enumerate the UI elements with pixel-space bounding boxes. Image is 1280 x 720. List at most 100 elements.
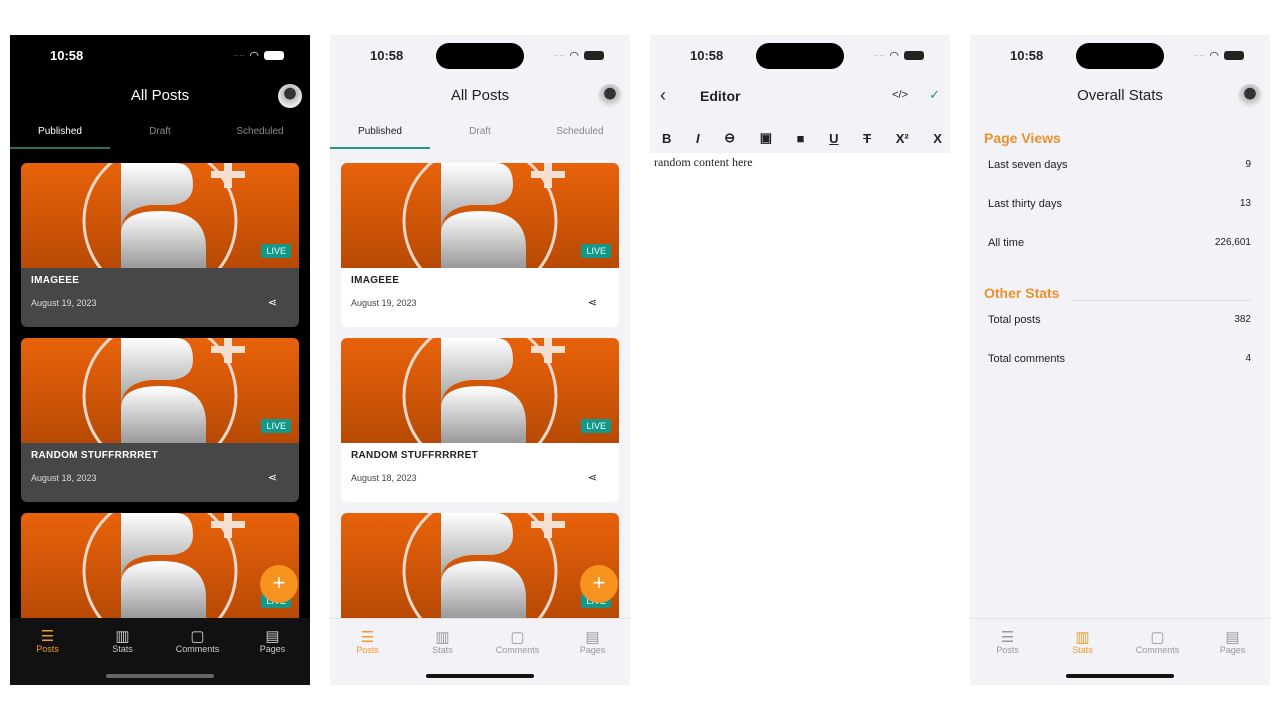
nav-icon: ▢ <box>510 629 525 646</box>
post-date: August 19, 2023 <box>351 298 417 308</box>
nav-label: Posts <box>996 645 1019 655</box>
share-icon[interactable]: ⋖ <box>588 471 597 484</box>
nav-item[interactable]: ☰ Posts <box>10 618 85 685</box>
stat-label: Last seven days <box>988 159 1068 171</box>
nav-label: Stats <box>1072 645 1093 655</box>
page-title: All Posts <box>450 87 510 104</box>
home-indicator <box>106 674 214 678</box>
post-date: August 18, 2023 <box>31 473 97 483</box>
wifi-icon: ◠ <box>889 50 899 62</box>
post-card[interactable]: LIVE RANDOM STUFFRRRRET August 18, 2023 ⋖ <box>21 338 299 502</box>
add-post-button[interactable]: + <box>580 565 618 603</box>
stat-row: Total posts 382 <box>988 314 1251 326</box>
dynamic-island <box>436 43 524 69</box>
stat-value: 13 <box>1239 198 1251 209</box>
post-title: RANDOM STUFFRRRRET <box>351 450 479 461</box>
post-title: RANDOM STUFFRRRRET <box>31 450 159 461</box>
tab[interactable]: Published <box>10 119 110 149</box>
stat-row: Total comments 4 <box>988 353 1251 365</box>
tab[interactable]: Draft <box>110 119 210 149</box>
editor-screen: 10:58 ···· ◠ ‹ Editor </> ✓ B I ⊖ ▣ ■ U T X² X random… <box>650 35 950 685</box>
avatar[interactable] <box>598 84 622 108</box>
nav-icon: ☰ <box>360 629 375 646</box>
toolbar-image-icon[interactable]: ▣ <box>760 130 772 146</box>
stat-label: All time <box>988 237 1025 249</box>
status-bar: 10:58 ···· ◠ <box>330 35 630 77</box>
code-view-icon[interactable]: </> <box>892 89 908 101</box>
post-card[interactable]: LIVE IMAGEEE August 19, 2023 ⋖ <box>341 163 619 327</box>
posts-screen: 10:58 ···· ◠ All Posts Published Draft Sched… <box>10 35 310 685</box>
nav-label: Posts <box>36 644 59 654</box>
stat-row: Last thirty days 13 <box>988 198 1251 210</box>
add-post-button[interactable]: + <box>260 565 298 603</box>
status-bar: 10:58 ···· ◠ <box>10 35 310 77</box>
home-indicator <box>426 674 534 678</box>
toolbar-underline-icon[interactable]: U <box>829 131 838 146</box>
nav-label: Comments <box>175 644 220 654</box>
nav-label: Pages <box>579 645 606 655</box>
share-icon[interactable]: ⋖ <box>268 296 277 309</box>
stat-label: Total comments <box>988 353 1066 365</box>
status-badge: LIVE <box>581 244 611 258</box>
stat-label: Last thirty days <box>988 198 1062 210</box>
status-bar: 10:58 ···· ◠ <box>970 35 1270 77</box>
dynamic-island <box>1076 43 1164 69</box>
section-heading: Page Views <box>984 130 1061 146</box>
nav-icon: ▥ <box>1075 629 1090 646</box>
stat-row: Last seven days 9 <box>988 159 1251 171</box>
check-icon[interactable]: ✓ <box>929 87 940 103</box>
post-thumbnail <box>341 163 619 268</box>
editor-content[interactable]: random content here <box>650 153 950 685</box>
post-date: August 18, 2023 <box>351 473 417 483</box>
toolbar-subscript-icon[interactable]: X <box>933 131 942 146</box>
toolbar-bold-icon[interactable]: B <box>662 131 671 146</box>
tab[interactable]: Draft <box>430 119 530 149</box>
status-badge: LIVE <box>261 419 291 433</box>
nav-label: Comments <box>1135 645 1180 655</box>
posts-screen: 10:58 ···· ◠ All Posts Published Draft Sched… <box>330 35 630 685</box>
stat-value: 9 <box>1245 159 1251 170</box>
status-time: 10:58 <box>690 48 724 63</box>
toolbar-link-icon[interactable]: ⊖ <box>724 130 735 146</box>
page-title: Overall Stats <box>1077 87 1163 104</box>
nav-icon: ▥ <box>435 629 450 646</box>
toolbar-strikethrough-icon[interactable]: T <box>863 131 871 146</box>
battery-icon <box>264 51 284 60</box>
tab[interactable]: Published <box>330 119 430 149</box>
tab[interactable]: Scheduled <box>210 119 310 149</box>
stats-screen: 10:58 ···· ◠ Overall Stats Page Views Last … <box>970 35 1270 685</box>
stat-value: 226,601 <box>1214 237 1251 248</box>
battery-icon <box>584 51 604 60</box>
post-card[interactable]: LIVE RANDOM STUFFRRRRET August 18, 2023 ⋖ <box>341 338 619 502</box>
status-bar: 10:58 ···· ◠ <box>650 35 950 77</box>
status-time: 10:58 <box>50 48 84 63</box>
nav-item[interactable]: ▤ Pages <box>235 618 310 685</box>
nav-item[interactable]: ☰ Posts <box>330 619 405 685</box>
post-thumbnail <box>21 338 299 443</box>
nav-icon: ☰ <box>1000 629 1015 646</box>
nav-item[interactable]: ▤ Pages <box>555 619 630 685</box>
share-icon[interactable]: ⋖ <box>268 471 277 484</box>
back-icon[interactable]: ‹ <box>660 85 666 106</box>
nav-label: Comments <box>495 645 540 655</box>
toolbar-superscript-icon[interactable]: X² <box>896 131 909 146</box>
post-thumbnail <box>21 163 299 268</box>
status-badge: LIVE <box>581 419 611 433</box>
tab-bar: Published Draft Scheduled <box>330 119 630 149</box>
toolbar-italic-icon[interactable]: I <box>696 131 700 146</box>
signal-icon: ···· <box>233 51 245 60</box>
nav-item[interactable]: ▤ Pages <box>1195 619 1270 685</box>
post-card[interactable]: LIVE IMAGEEE August 19, 2023 ⋖ <box>21 163 299 327</box>
share-icon[interactable]: ⋖ <box>588 296 597 309</box>
post-title: IMAGEEE <box>31 275 80 286</box>
wifi-icon: ◠ <box>1209 50 1219 62</box>
content-text: random content here <box>654 155 753 169</box>
toolbar-video-icon[interactable]: ■ <box>797 131 805 146</box>
nav-icon: ▢ <box>190 628 205 645</box>
nav-item[interactable]: ☰ Posts <box>970 619 1045 685</box>
status-time: 10:58 <box>370 48 404 63</box>
nav-label: Pages <box>259 644 286 654</box>
avatar[interactable] <box>1238 84 1262 108</box>
tab[interactable]: Scheduled <box>530 119 630 149</box>
avatar[interactable] <box>278 84 302 108</box>
